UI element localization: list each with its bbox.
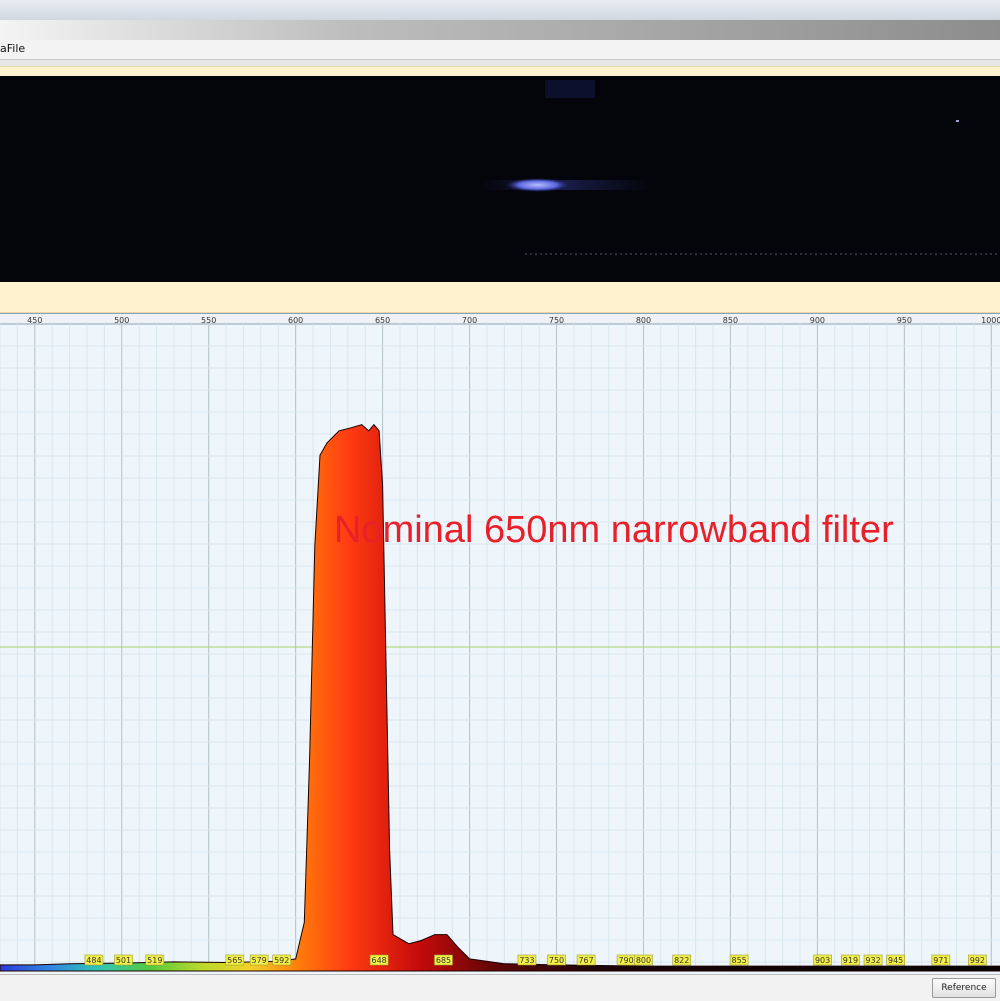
peak-marker-label: 750 xyxy=(549,956,564,965)
peak-marker: 733 xyxy=(517,954,537,966)
peak-marker-label: 733 xyxy=(519,956,534,965)
peak-marker-label: 767 xyxy=(578,956,593,965)
toolbar-gradient xyxy=(0,20,1000,40)
peak-marker: 501 xyxy=(114,954,133,966)
peak-marker-label: 855 xyxy=(731,956,746,965)
camera-capture-image[interactable] xyxy=(0,76,1000,282)
peak-marker: 685 xyxy=(434,954,453,966)
peak-marker: 945 xyxy=(886,954,905,966)
peak-marker-label: 565 xyxy=(227,956,242,965)
peak-marker-label: 592 xyxy=(274,956,289,965)
peak-marker-label: 648 xyxy=(371,956,386,965)
peak-marker-label: 790 xyxy=(618,956,633,965)
chart-annotation: Nominal 650nm narrowband filter xyxy=(334,509,894,551)
peak-marker: 800 xyxy=(634,954,653,966)
peak-marker-label: 484 xyxy=(86,956,101,965)
x-tick-label: 500 xyxy=(114,316,129,325)
x-tick-label: 450 xyxy=(27,316,42,325)
peak-marker-label: 822 xyxy=(674,956,689,965)
horizontal-gridlines xyxy=(0,345,1000,963)
peak-marker-label: 501 xyxy=(116,956,131,965)
peak-marker: 592 xyxy=(272,954,292,966)
peak-marker: 579 xyxy=(249,954,269,966)
peak-marker: 648 xyxy=(369,954,389,966)
peak-marker: 919 xyxy=(841,954,860,966)
peak-marker-label: 903 xyxy=(815,956,830,965)
peak-marker: 519 xyxy=(145,954,165,966)
peak-marker-label: 685 xyxy=(436,956,451,965)
peak-marker: 903 xyxy=(813,954,832,966)
peak-marker: 932 xyxy=(863,954,883,966)
x-tick-label: 650 xyxy=(375,316,390,325)
peak-marker: 767 xyxy=(576,954,596,966)
peak-marker: 790 xyxy=(616,954,636,966)
peak-marker: 855 xyxy=(729,954,749,966)
peak-marker: 822 xyxy=(672,954,692,966)
peak-marker-label: 932 xyxy=(865,956,880,965)
peak-marker: 750 xyxy=(547,954,566,966)
peak-marker-label: 579 xyxy=(251,956,266,965)
x-tick-label: 950 xyxy=(897,316,912,325)
x-tick-label: 750 xyxy=(549,316,564,325)
peak-marker-label: 945 xyxy=(888,956,903,965)
peak-marker: 484 xyxy=(84,954,104,966)
x-tick-label: 800 xyxy=(636,316,651,325)
peak-marker: 971 xyxy=(931,954,951,966)
peak-marker-label: 919 xyxy=(843,956,858,965)
x-tick-label: 1000 xyxy=(981,316,1000,325)
spectrum-panel: 450 500 550 600 650 700 750 800 850 900 950 1000 48… xyxy=(0,313,1000,974)
peak-marker: 565 xyxy=(225,954,245,966)
camera-capture-drawing xyxy=(480,80,1000,255)
x-tick-label: 550 xyxy=(201,316,216,325)
peak-marker: 992 xyxy=(968,954,987,966)
window-title-bar xyxy=(0,0,1000,21)
x-tick-label: 900 xyxy=(810,316,825,325)
peak-marker-label: 800 xyxy=(636,956,651,965)
camera-frame-panel xyxy=(0,66,1000,313)
menu-file[interactable]: aFile xyxy=(0,42,25,55)
x-tick-label: 600 xyxy=(288,316,303,325)
peak-marker-label: 971 xyxy=(933,956,948,965)
peak-marker-label: 992 xyxy=(970,956,985,965)
reference-button[interactable]: Reference xyxy=(932,978,996,998)
status-bar: Reference xyxy=(0,974,1000,1001)
x-tick-label: 850 xyxy=(723,316,738,325)
x-tick-label: 700 xyxy=(462,316,477,325)
peak-marker-label: 519 xyxy=(147,956,162,965)
spectrum-chart[interactable]: 450 500 550 600 650 700 750 800 850 900 950 1000 48… xyxy=(0,314,1000,974)
menu-bar: aFile xyxy=(0,40,1000,60)
